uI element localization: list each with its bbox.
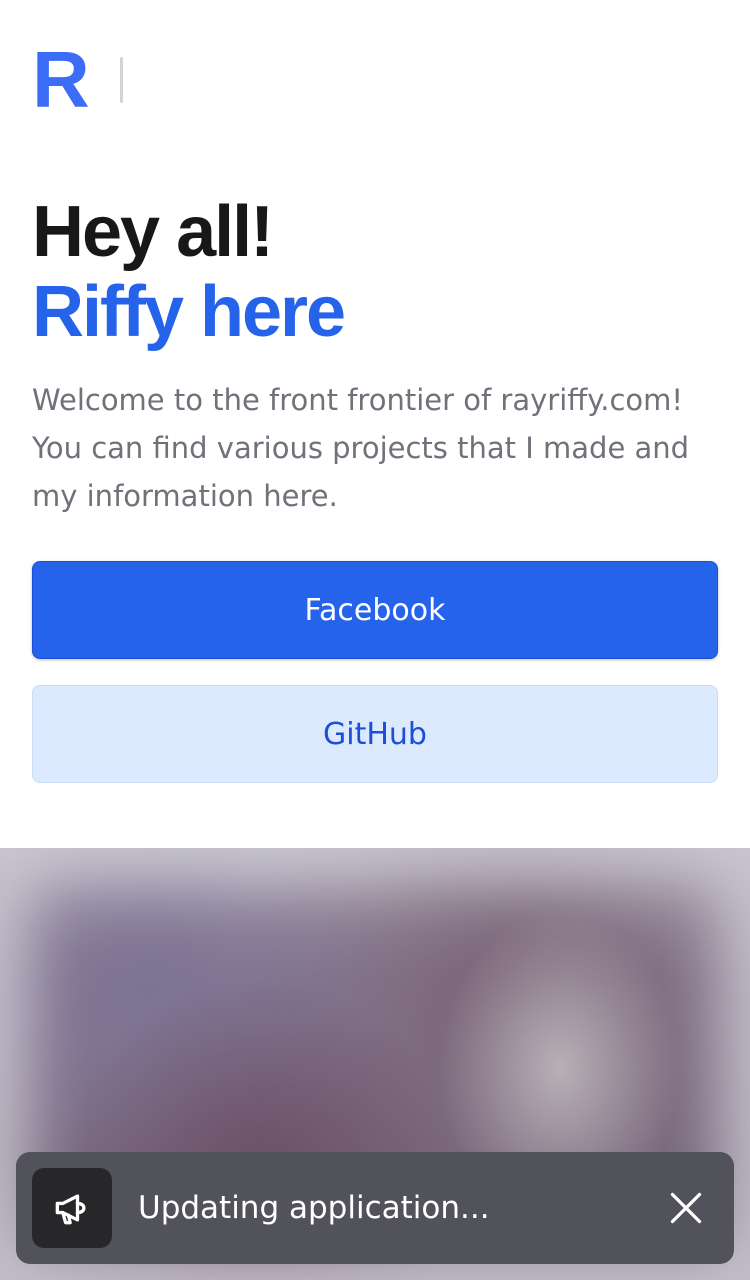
- page: R Hey all! Riffy here Welcome to the fro…: [0, 0, 750, 1280]
- facebook-button[interactable]: Facebook: [32, 561, 718, 659]
- toast-message: Updating application...: [138, 1190, 490, 1226]
- hero-title: Hey all! Riffy here: [32, 192, 718, 352]
- github-button[interactable]: GitHub: [32, 685, 718, 783]
- megaphone-icon: [32, 1168, 112, 1248]
- hero-description: Welcome to the front frontier of rayriff…: [32, 383, 690, 513]
- close-icon[interactable]: [668, 1190, 704, 1226]
- hero-title-line1: Hey all!: [32, 192, 274, 272]
- hero-title-line2: Riffy here: [32, 272, 346, 352]
- site-logo[interactable]: R: [32, 40, 90, 120]
- header: R: [32, 40, 123, 120]
- header-divider: [119, 57, 123, 103]
- update-toast: Updating application...: [16, 1152, 734, 1264]
- hero-section: Hey all! Riffy here Welcome to the front…: [32, 192, 718, 520]
